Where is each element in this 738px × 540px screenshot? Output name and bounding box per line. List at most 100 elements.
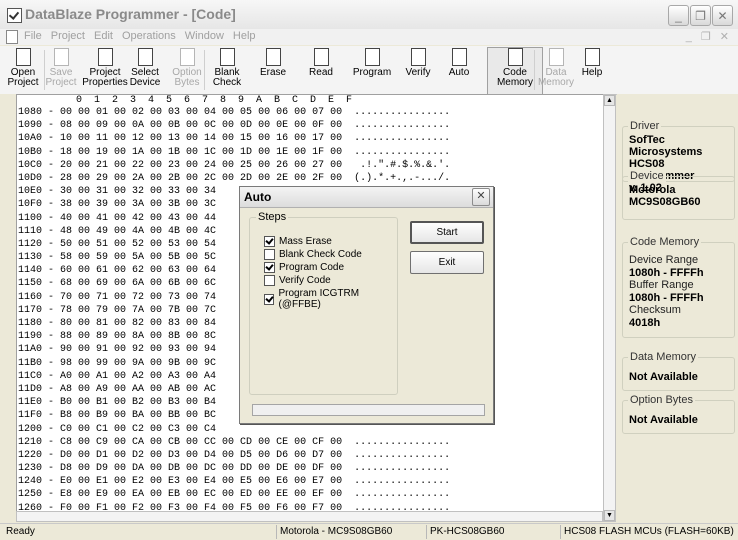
hex-bytes[interactable]: 90 00 91 00 92 00 93 00 94 <box>60 344 216 355</box>
data-memory-icon <box>548 48 564 66</box>
hex-bytes[interactable]: 80 00 81 00 82 00 83 00 84 <box>60 318 216 329</box>
checkbox-checked-icon[interactable] <box>264 293 275 305</box>
toolbar-auto-button[interactable]: Auto <box>444 48 474 92</box>
menu-window[interactable]: Window <box>185 30 224 42</box>
status-device: Motorola - MC9S08GB60 <box>280 526 393 537</box>
step-checkbox-1[interactable]: Blank Check Code <box>264 249 362 260</box>
step-checkbox-0[interactable]: Mass Erase <box>264 236 332 247</box>
hex-bytes[interactable]: 60 00 61 00 62 00 63 00 64 <box>60 265 216 276</box>
hex-bytes[interactable]: 88 00 89 00 8A 00 8B 00 8C <box>60 331 216 342</box>
step-checkbox-2[interactable]: Program Code <box>264 262 344 273</box>
hex-bytes[interactable]: 78 00 79 00 7A 00 7B 00 7C <box>60 305 216 316</box>
option-bytes-value: Not Available <box>629 414 698 426</box>
vertical-scrollbar[interactable]: ▲ ▼ <box>603 94 616 522</box>
document-icon[interactable] <box>6 30 18 44</box>
hex-row[interactable]: 1230 - D8 00 D9 00 DA 00 DB 00 DC 00 DD … <box>17 462 604 475</box>
toolbar-program-button[interactable]: Program <box>353 48 391 92</box>
hex-bytes[interactable]: 58 00 59 00 5A 00 5B 00 5C <box>60 252 216 263</box>
hex-bytes[interactable]: 10 00 11 00 12 00 13 00 14 00 15 00 16 0… <box>60 133 342 144</box>
hex-bytes[interactable]: E8 00 E9 00 EA 00 EB 00 EC 00 ED 00 EE 0… <box>60 489 342 500</box>
step-checkbox-4[interactable]: Program ICGTRM (@FFBE) <box>264 288 397 310</box>
hex-ascii: ................ <box>354 107 451 118</box>
toolbar: Open Project Save Project Project Properti… <box>0 46 738 95</box>
title-bar: DataBlaze Programmer - [Code] _ ❐ ✕ <box>0 0 738 30</box>
hex-bytes[interactable]: D8 00 D9 00 DA 00 DB 00 DC 00 DD 00 DE 0… <box>60 463 342 474</box>
hex-row[interactable]: 1080 - 00 00 01 00 02 00 03 00 04 00 05 … <box>17 106 604 119</box>
hex-bytes[interactable]: A8 00 A9 00 AA 00 AB 00 AC <box>60 384 216 395</box>
exit-button[interactable]: Exit <box>410 251 484 274</box>
info-panel: Driver SofTec Microsystems HCS08 Program… <box>617 94 738 522</box>
toolbar-folder-open-button[interactable]: Open Project <box>7 48 39 92</box>
hex-bytes[interactable]: C0 00 C1 00 C2 00 C3 00 C4 <box>60 424 216 435</box>
toolbar-read-button[interactable]: Read <box>306 48 336 92</box>
menu-edit[interactable]: Edit <box>94 30 113 42</box>
hex-bytes[interactable]: 18 00 19 00 1A 00 1B 00 1C 00 1D 00 1E 0… <box>60 147 342 158</box>
menu-operations[interactable]: Operations <box>122 30 176 42</box>
hex-bytes[interactable]: 48 00 49 00 4A 00 4B 00 4C <box>60 226 216 237</box>
hex-bytes[interactable]: 38 00 39 00 3A 00 3B 00 3C <box>60 199 216 210</box>
status-bar: Ready Motorola - MC9S08GB60 PK-HCS08GB60… <box>0 523 738 540</box>
hex-row[interactable]: 1250 - E8 00 E9 00 EA 00 EB 00 EC 00 ED … <box>17 488 604 501</box>
mdi-controls[interactable]: _ ❐ ✕ <box>686 30 732 43</box>
hex-address: 1160 <box>18 291 43 303</box>
auto-dialog: Auto ✕ Steps Mass Erase Blank Check Code P… <box>239 186 494 424</box>
hex-bytes[interactable]: 08 00 09 00 0A 00 0B 00 0C 00 0D 00 0E 0… <box>60 120 342 131</box>
hex-bytes[interactable]: 68 00 69 00 6A 00 6B 00 6C <box>60 278 216 289</box>
hex-bytes[interactable]: D0 00 D1 00 D2 00 D3 00 D4 00 D5 00 D6 0… <box>60 450 342 461</box>
hex-row[interactable]: 1220 - D0 00 D1 00 D2 00 D3 00 D4 00 D5 … <box>17 449 604 462</box>
toolbar-device-button[interactable]: Select Device <box>128 48 162 92</box>
hex-bytes[interactable]: B0 00 B1 00 B2 00 B3 00 B4 <box>60 397 216 408</box>
blank-check-icon <box>219 48 235 66</box>
hex-row[interactable]: 10A0 - 10 00 11 00 12 00 13 00 14 00 15 … <box>17 132 604 145</box>
toolbar-separator <box>534 50 535 90</box>
hex-bytes[interactable]: 98 00 99 00 9A 00 9B 00 9C <box>60 358 216 369</box>
hex-row[interactable]: 1240 - E0 00 E1 00 E2 00 E3 00 E4 00 E5 … <box>17 475 604 488</box>
hex-bytes[interactable]: 00 00 01 00 02 00 03 00 04 00 05 00 06 0… <box>60 107 342 118</box>
status-family: HCS08 FLASH MCUs (FLASH=60KB) <box>564 526 734 537</box>
checkbox-checked-icon[interactable] <box>264 236 275 247</box>
hex-bytes[interactable]: 30 00 31 00 32 00 33 00 34 <box>60 186 216 197</box>
hex-bytes[interactable]: 20 00 21 00 22 00 23 00 24 00 25 00 26 0… <box>60 160 342 171</box>
toolbar-verify-button[interactable]: Verify <box>401 48 435 92</box>
hex-row[interactable]: 1090 - 08 00 09 00 0A 00 0B 00 0C 00 0D … <box>17 119 604 132</box>
horizontal-scrollbar[interactable] <box>16 511 603 522</box>
checkbox-checked-icon[interactable] <box>264 262 275 273</box>
hex-bytes[interactable]: 28 00 29 00 2A 00 2B 00 2C 00 2D 00 2E 0… <box>60 173 342 184</box>
close-button[interactable]: ✕ <box>712 5 733 26</box>
toolbar-properties-button[interactable]: Project Properties <box>82 48 128 92</box>
hex-bytes[interactable]: C8 00 C9 00 CA 00 CB 00 CC 00 CD 00 CE 0… <box>60 437 342 448</box>
hex-bytes[interactable]: E0 00 E1 00 E2 00 E3 00 E4 00 E5 00 E6 0… <box>60 476 342 487</box>
menu-file[interactable]: File <box>24 30 42 42</box>
scroll-up-icon[interactable]: ▲ <box>604 95 615 106</box>
hex-row[interactable]: 10D0 - 28 00 29 00 2A 00 2B 00 2C 00 2D … <box>17 172 604 185</box>
checkbox-unchecked-icon[interactable] <box>264 249 275 260</box>
toolbar-help-button[interactable]: Help <box>578 48 606 92</box>
toolbar-erase-button[interactable]: Erase <box>258 48 288 92</box>
start-button[interactable]: Start <box>410 221 484 244</box>
hex-row[interactable]: 10C0 - 20 00 21 00 22 00 23 00 24 00 25 … <box>17 159 604 172</box>
hex-bytes[interactable]: B8 00 B9 00 BA 00 BB 00 BC <box>60 410 216 421</box>
hex-column-header: 0 1 2 3 4 5 6 7 8 9 A B C D E F <box>64 95 353 106</box>
scroll-down-icon[interactable]: ▼ <box>604 510 615 521</box>
toolbar-label: Open Project <box>7 67 39 88</box>
restore-button[interactable]: ❐ <box>690 5 711 26</box>
dialog-close-icon[interactable]: ✕ <box>472 188 490 206</box>
hex-row[interactable]: 10B0 - 18 00 19 00 1A 00 1B 00 1C 00 1D … <box>17 146 604 159</box>
step-checkbox-3[interactable]: Verify Code <box>264 275 331 286</box>
checkbox-unchecked-icon[interactable] <box>264 275 275 286</box>
toolbar-separator <box>204 50 205 90</box>
menu-help[interactable]: Help <box>233 30 256 42</box>
minimize-button[interactable]: _ <box>668 5 689 26</box>
hex-row[interactable]: 1200 - C0 00 C1 00 C2 00 C3 00 C4 <box>17 423 604 436</box>
hex-bytes[interactable]: 50 00 51 00 52 00 53 00 54 <box>60 239 216 250</box>
hex-bytes[interactable]: A0 00 A1 00 A2 00 A3 00 A4 <box>60 371 216 382</box>
toolbar-label: Auto <box>448 67 470 78</box>
hex-row[interactable]: 1210 - C8 00 C9 00 CA 00 CB 00 CC 00 CD … <box>17 436 604 449</box>
dialog-title-bar[interactable]: Auto ✕ <box>240 187 493 208</box>
hex-address: 1110 <box>18 225 43 237</box>
hex-bytes[interactable]: 70 00 71 00 72 00 73 00 74 <box>60 292 216 303</box>
hex-bytes[interactable]: 40 00 41 00 42 00 43 00 44 <box>60 213 216 224</box>
toolbar-blank-check-button[interactable]: Blank Check <box>212 48 242 92</box>
hex-address: 11F0 <box>18 410 43 422</box>
menu-project[interactable]: Project <box>51 30 85 42</box>
